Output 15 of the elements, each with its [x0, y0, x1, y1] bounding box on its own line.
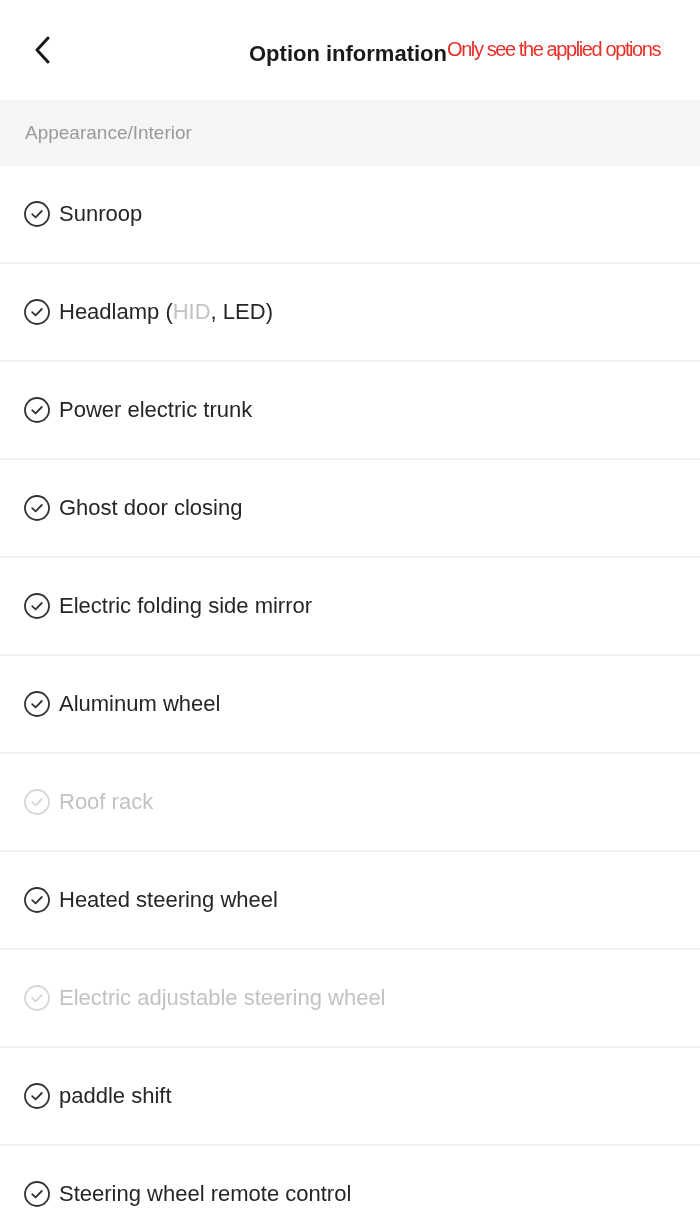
- applied-options-note: Only see the applied options: [446, 39, 661, 59]
- option-label: Electric adjustable steering wheel: [59, 987, 386, 1009]
- section-title: Appearance/Interior: [25, 120, 192, 145]
- option-label: Electric folding side mirror: [59, 595, 313, 617]
- page-title: Option information: [249, 43, 447, 65]
- option-label: Power electric trunk: [59, 399, 253, 421]
- option-label: Heated steering wheel: [59, 889, 278, 911]
- option-label: Roof rack: [59, 791, 154, 813]
- back-icon: [34, 36, 50, 64]
- option-label: Aluminum wheel: [59, 693, 221, 715]
- option-label: Headlamp (HID, LED): [59, 301, 273, 323]
- option-label: Steering wheel remote control: [59, 1183, 352, 1205]
- option-label: paddle shift: [59, 1085, 172, 1107]
- option-label: Sunroop: [59, 203, 143, 225]
- option-label: Ghost door closing: [59, 497, 243, 519]
